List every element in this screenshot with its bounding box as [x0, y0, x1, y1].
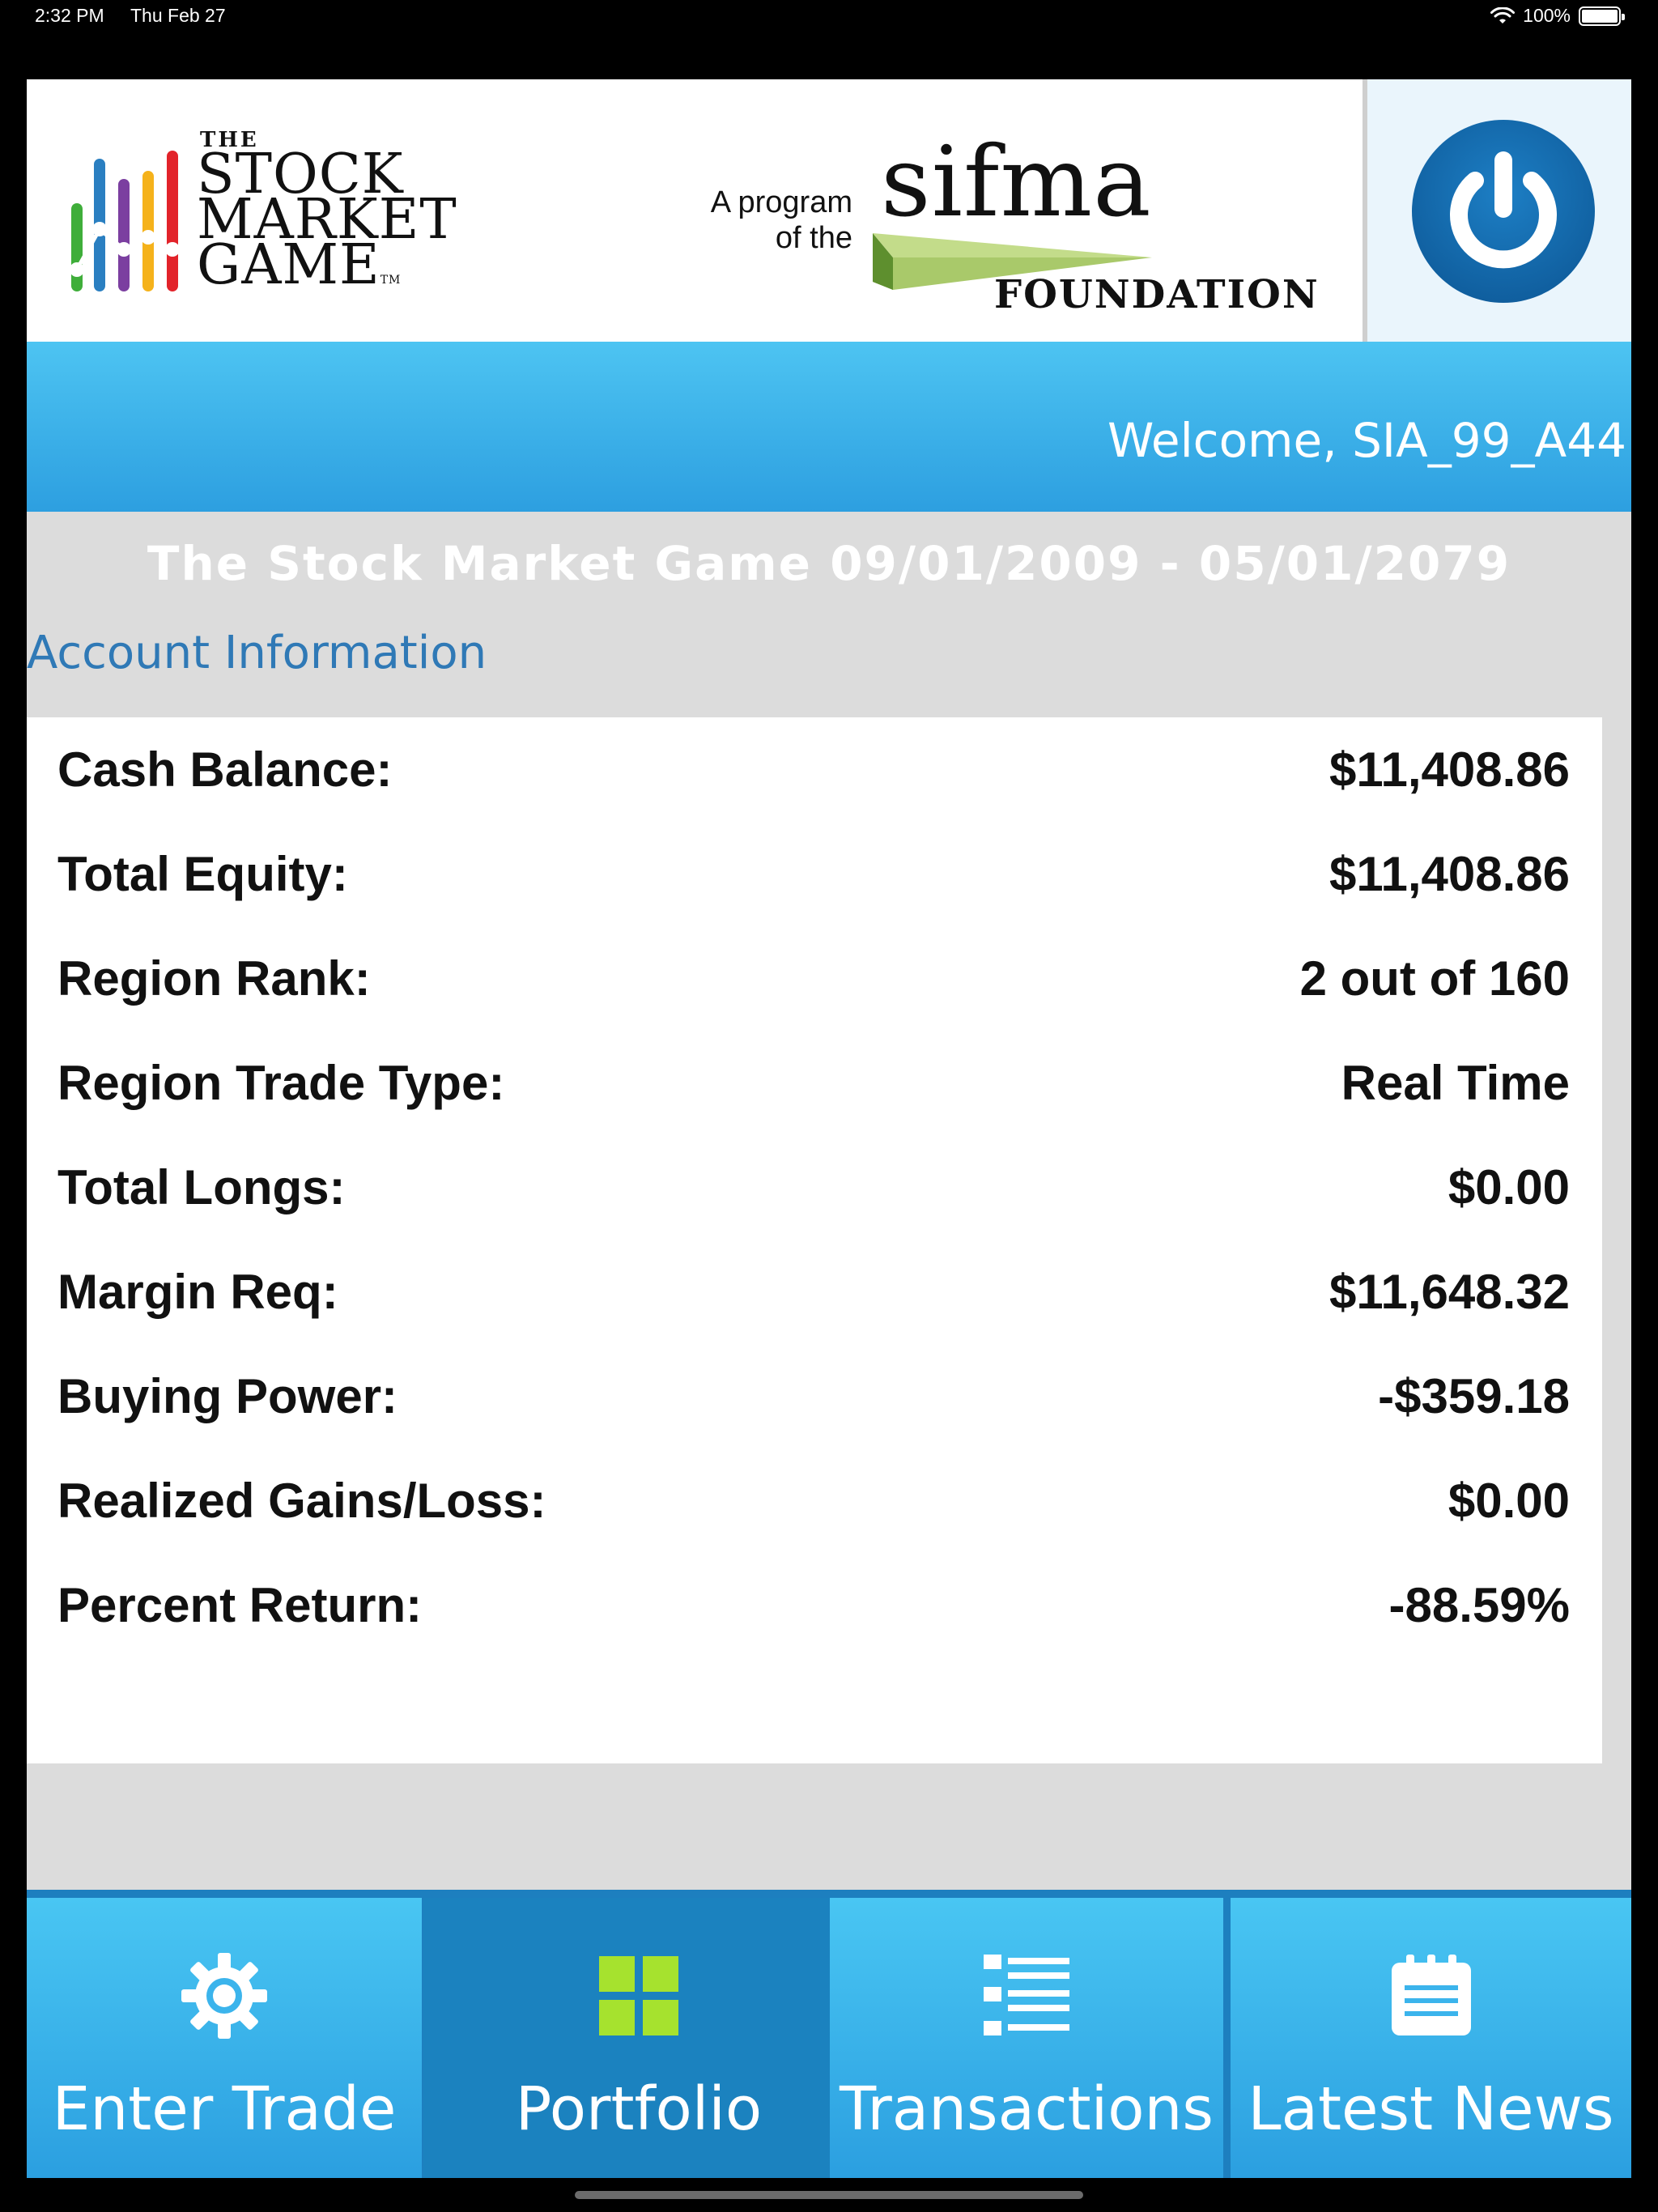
calendar-icon — [1391, 1955, 1471, 2035]
welcome-message: Welcome, SIA_99_A44 — [1107, 413, 1626, 468]
battery-percent: 100% — [1523, 5, 1571, 26]
home-indicator[interactable] — [575, 2191, 1083, 2199]
row-value: $0.00 — [1448, 1159, 1570, 1214]
tab-label: Portfolio — [515, 2074, 763, 2144]
welcome-bar: Welcome, SIA_99_A44 — [27, 342, 1631, 512]
tab-label: Enter Trade — [52, 2074, 397, 2144]
wifi-icon — [1490, 6, 1516, 23]
sifma-logo: sifma — [881, 126, 1152, 239]
status-indicators: 100% — [1490, 5, 1625, 27]
tab-portfolio[interactable]: Portfolio — [423, 1898, 854, 2178]
row-label: Cash Balance: — [57, 742, 393, 797]
game-title: The Stock Market Game 09/01/2009 - 05/01… — [147, 536, 1511, 591]
row-label: Total Equity: — [57, 846, 348, 901]
app-window: THE STOCK MARKET GAMETM A program of the… — [27, 79, 1631, 2178]
row-value: $11,408.86 — [1329, 846, 1570, 901]
gear-icon — [181, 1953, 267, 2039]
status-bar: 2:32 PM Thu Feb 27 100% — [0, 0, 1658, 79]
grid-icon — [599, 1956, 678, 2035]
row-value: Real Time — [1341, 1055, 1570, 1110]
row-value: 2 out of 160 — [1299, 951, 1570, 1006]
row-label: Buying Power: — [57, 1368, 398, 1423]
status-date: Thu Feb 27 — [130, 5, 226, 26]
row-value: $11,408.86 — [1329, 742, 1570, 797]
account-information-heading: Account Information — [27, 627, 487, 679]
bottom-tab-bar: Enter Trade Portfolio Transactions Lates… — [27, 1890, 1631, 2178]
account-row-margin-req: Margin Req: $11,648.32 — [57, 1247, 1570, 1336]
row-label: Total Longs: — [57, 1159, 346, 1214]
program-text: A program of the — [710, 185, 852, 255]
account-row-percent-return: Percent Return: -88.59% — [57, 1560, 1570, 1649]
tab-latest-news[interactable]: Latest News — [1231, 1898, 1631, 2178]
row-label: Realized Gains/Loss: — [57, 1473, 546, 1528]
tab-transactions[interactable]: Transactions — [830, 1898, 1223, 2178]
row-label: Margin Req: — [57, 1264, 338, 1319]
row-label: Region Rank: — [57, 951, 371, 1006]
row-label: Percent Return: — [57, 1577, 423, 1632]
account-row-region-trade-type: Region Trade Type: Real Time — [57, 1038, 1570, 1127]
list-icon — [984, 1955, 1069, 2035]
battery-icon — [1579, 6, 1625, 26]
account-row-total-longs: Total Longs: $0.00 — [57, 1142, 1570, 1231]
power-button[interactable] — [1412, 120, 1595, 303]
header: THE STOCK MARKET GAMETM A program of the… — [27, 79, 1631, 342]
tab-enter-trade[interactable]: Enter Trade — [27, 1898, 422, 2178]
foundation-text: FOUNDATION — [994, 272, 1320, 317]
stock-market-game-logo: THE STOCK MARKET GAMETM — [67, 128, 488, 298]
power-panel — [1363, 79, 1631, 342]
account-row-cash-balance: Cash Balance: $11,408.86 — [57, 725, 1570, 814]
row-value: $11,648.32 — [1329, 1264, 1570, 1319]
account-row-total-equity: Total Equity: $11,408.86 — [57, 829, 1570, 918]
row-label: Region Trade Type: — [57, 1055, 505, 1110]
stock-market-game-wordmark: THE STOCK MARKET GAMETM — [197, 128, 457, 297]
account-row-region-rank: Region Rank: 2 out of 160 — [57, 934, 1570, 1023]
row-value: $0.00 — [1448, 1473, 1570, 1528]
status-time: 2:32 PM — [35, 5, 104, 26]
account-row-buying-power: Buying Power: -$359.18 — [57, 1351, 1570, 1440]
row-value: -88.59% — [1388, 1577, 1570, 1632]
account-info-card: Cash Balance: $11,408.86 Total Equity: $… — [27, 717, 1602, 1763]
account-row-realized-gains: Realized Gains/Loss: $0.00 — [57, 1456, 1570, 1545]
tab-label: Latest News — [1248, 2074, 1614, 2144]
power-icon — [1450, 151, 1557, 269]
stock-market-bars-icon — [70, 151, 180, 291]
row-value: -$359.18 — [1378, 1368, 1570, 1423]
tab-label: Transactions — [840, 2074, 1214, 2144]
